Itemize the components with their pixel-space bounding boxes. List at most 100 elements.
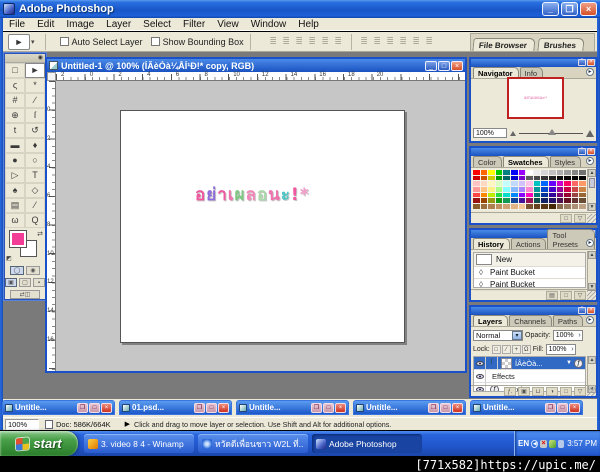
swatch[interactable]: [570, 169, 580, 176]
swatch[interactable]: [570, 174, 580, 182]
swatch[interactable]: [555, 191, 565, 199]
navigator-zoom-slider[interactable]: [519, 128, 583, 135]
minimized-window[interactable]: Untitle... ❐ □ ×: [470, 400, 583, 415]
lock-transparency-icon[interactable]: □: [491, 344, 501, 354]
swatch[interactable]: [472, 191, 481, 199]
swatch[interactable]: [570, 203, 580, 210]
swatch[interactable]: [563, 180, 572, 187]
delete-state-button[interactable]: ▽: [574, 290, 586, 300]
minimized-window[interactable]: 01.psd... ❐ □ ×: [119, 400, 232, 415]
swatch[interactable]: [570, 197, 580, 205]
restore-button[interactable]: ❐: [311, 402, 322, 413]
swatch[interactable]: [555, 174, 565, 182]
swatch[interactable]: [510, 186, 519, 193]
zoom-out-icon[interactable]: [510, 130, 516, 136]
menu-item-select[interactable]: Select: [137, 19, 177, 30]
tab-swatches[interactable]: Swatches: [502, 156, 549, 167]
doc-close-button[interactable]: ×: [451, 60, 463, 71]
swatch[interactable]: [525, 186, 534, 193]
delete-swatch-button[interactable]: ▽: [574, 213, 586, 223]
history-item[interactable]: ◊ Paint Bucket: [474, 267, 585, 279]
move-tool[interactable]: ►: [25, 63, 45, 78]
canvas[interactable]: อย่าเผลอนะ!*: [120, 110, 405, 343]
menu-item-window[interactable]: Window: [245, 19, 293, 30]
swatch[interactable]: [563, 191, 572, 199]
swatch[interactable]: [510, 180, 519, 187]
palette-close-button[interactable]: ×: [587, 307, 595, 314]
zoom-in-icon[interactable]: [586, 129, 594, 137]
swatch[interactable]: [563, 186, 572, 193]
align-right-edges-icon[interactable]: [333, 36, 344, 47]
align-vertical-centers-icon[interactable]: [281, 36, 292, 47]
new-document-from-state-button[interactable]: ▤: [546, 290, 558, 300]
navigator-preview[interactable]: อย่าเผลอนะ!*: [507, 77, 564, 119]
zoom-tool[interactable]: Q: [25, 213, 45, 228]
swatch[interactable]: [479, 197, 489, 205]
blur-tool[interactable]: ●: [5, 153, 25, 168]
rectangular-marquee-tool[interactable]: □: [5, 63, 25, 78]
swatch[interactable]: [525, 174, 534, 182]
scroll-up-icon[interactable]: ▲: [588, 169, 596, 177]
show-bounding-box-checkbox[interactable]: [150, 37, 160, 46]
swatch[interactable]: [502, 191, 511, 199]
swatch[interactable]: [479, 169, 489, 176]
tool-dropdown-caret-icon[interactable]: ▾: [31, 38, 35, 46]
swatch[interactable]: [570, 186, 580, 193]
swatch[interactable]: [517, 174, 527, 182]
swatch[interactable]: [479, 203, 489, 210]
swatch[interactable]: [540, 174, 549, 182]
swatch[interactable]: [555, 169, 565, 176]
pen-tool[interactable]: ♠: [5, 183, 25, 198]
swatch[interactable]: [494, 180, 504, 187]
standard-mode-button[interactable]: ◯: [10, 265, 24, 275]
visibility-toggle[interactable]: [474, 370, 486, 382]
menu-item-view[interactable]: View: [211, 19, 245, 30]
swatch[interactable]: [540, 186, 549, 193]
swatch[interactable]: [479, 174, 489, 182]
menu-item-filter[interactable]: Filter: [177, 19, 211, 30]
hide-icons-icon[interactable]: ◀: [531, 439, 539, 448]
swatch[interactable]: [540, 169, 549, 176]
close-button[interactable]: ×: [580, 2, 597, 16]
minimized-window[interactable]: Untitle... ❐ □ ×: [353, 400, 466, 415]
healing-brush-tool[interactable]: ⊕: [5, 108, 25, 123]
move-tool-icon[interactable]: [8, 33, 30, 50]
close-button[interactable]: ×: [101, 402, 112, 413]
tab-styles[interactable]: Styles: [549, 156, 581, 167]
swatch[interactable]: [517, 191, 527, 199]
palette-minimize-button[interactable]: ‾: [578, 148, 586, 155]
distribute-vertical-centers-icon[interactable]: [372, 36, 383, 47]
fill-field[interactable]: 100%: [545, 343, 576, 355]
swap-colors-icon[interactable]: ⇄: [37, 230, 43, 238]
menu-item-layer[interactable]: Layer: [100, 19, 137, 30]
swatch[interactable]: [540, 203, 549, 210]
restore-button[interactable]: ❐: [428, 402, 439, 413]
swatch[interactable]: [502, 174, 511, 182]
close-button[interactable]: ×: [452, 402, 463, 413]
swatch[interactable]: [487, 203, 496, 210]
minimize-button[interactable]: _: [542, 2, 559, 16]
swatch[interactable]: [487, 197, 496, 205]
imageready-button[interactable]: ⇄◫: [10, 289, 40, 299]
swatch[interactable]: [532, 191, 542, 199]
history-scrollbar[interactable]: ▲ ▼: [587, 251, 596, 291]
menu-item-help[interactable]: Help: [292, 19, 325, 30]
restore-button[interactable]: ❐: [561, 2, 578, 16]
swatch[interactable]: [517, 180, 527, 187]
toolbox-header[interactable]: ◉: [5, 54, 45, 63]
palette-minimize-button[interactable]: ‾: [578, 307, 586, 314]
palette-close-button[interactable]: ×: [587, 148, 595, 155]
taskbar-task[interactable]: Adobe Photoshop: [312, 434, 422, 453]
lasso-tool[interactable]: ς: [5, 78, 25, 93]
swatch[interactable]: [494, 186, 504, 193]
new-layer-set-button[interactable]: ⊔: [532, 386, 544, 396]
swatch[interactable]: [479, 191, 489, 199]
add-layer-style-button[interactable]: ƒ.: [504, 386, 516, 396]
lock-image-icon[interactable]: ⁄: [501, 344, 511, 354]
start-button[interactable]: start: [0, 431, 78, 456]
swatch[interactable]: [502, 197, 511, 205]
swatch[interactable]: [532, 174, 542, 182]
align-left-edges-icon[interactable]: [307, 36, 318, 47]
foreground-color-swatch[interactable]: [9, 230, 27, 248]
new-adjustment-layer-button[interactable]: ◑: [546, 386, 558, 396]
